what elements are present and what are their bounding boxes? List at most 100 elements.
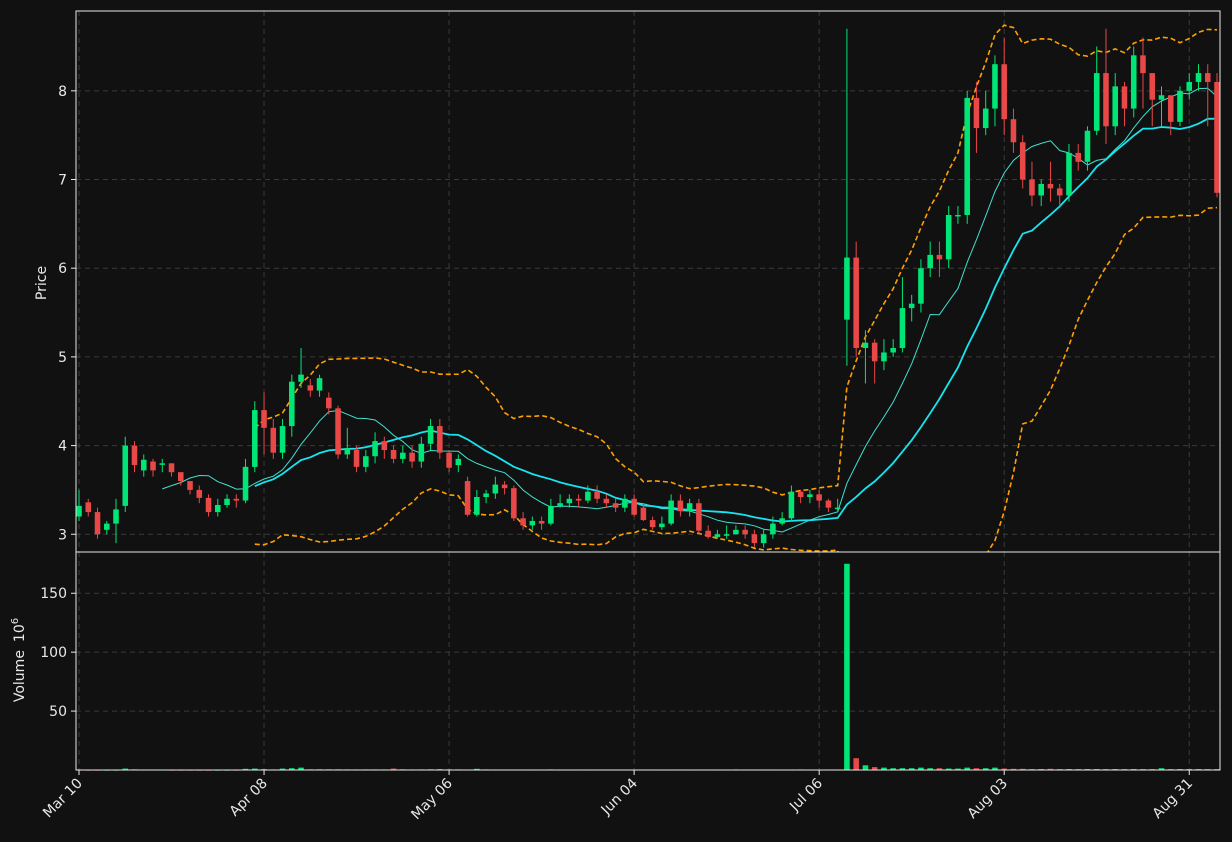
- candle-body: [242, 466, 249, 501]
- volume-bar: [862, 765, 869, 770]
- candle: [696, 498, 702, 535]
- candle-body: [612, 503, 619, 508]
- candle-body: [335, 408, 341, 455]
- candle-body: [140, 459, 147, 471]
- candle-body: [1084, 130, 1091, 162]
- candle-body: [548, 505, 554, 524]
- price-tick-label: 8: [58, 84, 67, 100]
- candle-body: [261, 410, 267, 428]
- candle-body: [862, 342, 869, 349]
- candle-body: [677, 500, 684, 512]
- price-tick-label: 4: [58, 439, 67, 455]
- volume-tick-label: 50: [49, 704, 67, 720]
- candle-body: [705, 530, 711, 537]
- candle-body: [1121, 86, 1128, 109]
- candle-body: [649, 520, 656, 528]
- candle-body: [372, 441, 378, 457]
- candle-body: [668, 500, 674, 524]
- candle-body: [381, 441, 388, 451]
- candle: [1177, 86, 1183, 127]
- candle-body: [816, 494, 822, 501]
- volume-axis-label: Volume 106: [10, 618, 28, 702]
- candle-body: [177, 472, 184, 482]
- candle-body: [252, 410, 258, 467]
- candle-body: [316, 378, 323, 391]
- candle-body: [150, 461, 156, 471]
- candle-body: [1056, 188, 1063, 196]
- candle-body: [418, 443, 425, 462]
- candle-body: [474, 497, 480, 515]
- candle-body: [1038, 183, 1044, 196]
- candle-body: [289, 381, 295, 427]
- candle-body: [1029, 179, 1035, 196]
- candle-body: [233, 498, 240, 501]
- candle: [122, 436, 129, 513]
- candle-body: [992, 64, 998, 109]
- candle-body: [603, 498, 610, 504]
- candle: [335, 405, 341, 459]
- candle-body: [881, 352, 887, 362]
- candle-body: [1130, 55, 1137, 109]
- candle-body: [964, 97, 970, 215]
- candle-body: [76, 505, 82, 517]
- candle-body: [103, 523, 110, 530]
- candle: [511, 485, 517, 521]
- candle-body: [196, 489, 203, 498]
- candle-body: [853, 257, 859, 349]
- candle-body: [640, 507, 647, 521]
- candle: [464, 476, 471, 517]
- price-axis-label: Price: [34, 266, 50, 300]
- candle-body: [955, 214, 961, 217]
- candle-body: [751, 534, 758, 544]
- candle-body: [390, 450, 397, 459]
- candle-body: [1214, 81, 1220, 193]
- candle-body: [871, 342, 878, 362]
- candle-body: [1149, 73, 1156, 100]
- candle-body: [797, 491, 804, 498]
- candle-body: [945, 214, 952, 260]
- candle-body: [159, 463, 166, 465]
- candle-body: [1195, 73, 1202, 82]
- candle-body: [594, 491, 600, 499]
- candle-body: [566, 498, 573, 504]
- candle: [1130, 46, 1137, 118]
- candle-body: [1167, 95, 1174, 122]
- candle-body: [890, 348, 896, 353]
- candle-body: [973, 97, 980, 129]
- candle-body: [1019, 142, 1026, 180]
- price-tick-label: 3: [58, 527, 67, 543]
- candle-body: [437, 426, 443, 453]
- candle-body: [631, 498, 637, 515]
- candle-body: [520, 518, 526, 526]
- candle-body: [1158, 95, 1165, 100]
- candle-body: [1204, 73, 1211, 82]
- candle-body: [298, 374, 304, 382]
- candle-body: [659, 523, 665, 528]
- candle-body: [1093, 73, 1100, 131]
- candle-body: [455, 458, 462, 466]
- candle-body: [742, 529, 748, 535]
- candle-body: [483, 493, 489, 498]
- candle-body: [409, 452, 415, 462]
- candle-body: [899, 308, 906, 349]
- candle-body: [834, 507, 841, 510]
- candle-body: [94, 512, 101, 535]
- candle-body: [908, 303, 915, 309]
- candle-body: [714, 534, 721, 537]
- candle-body: [575, 498, 582, 501]
- candle-body: [1177, 90, 1183, 122]
- candle-body: [723, 534, 730, 536]
- candle-body: [825, 500, 832, 508]
- candle-body: [1066, 152, 1072, 196]
- candle-body: [1010, 119, 1017, 143]
- candle-body: [982, 108, 989, 129]
- candlestick-chart: 345678 50100150 Mar 10 Apr 08 May 06 Jun 04…: [0, 0, 1232, 842]
- candle-body: [187, 481, 193, 490]
- candle-body: [686, 503, 693, 512]
- candle-body: [788, 491, 795, 519]
- candle: [94, 507, 101, 539]
- candle-body: [168, 463, 175, 473]
- candle-body: [733, 529, 739, 535]
- candle-body: [400, 452, 406, 459]
- candle: [964, 90, 970, 224]
